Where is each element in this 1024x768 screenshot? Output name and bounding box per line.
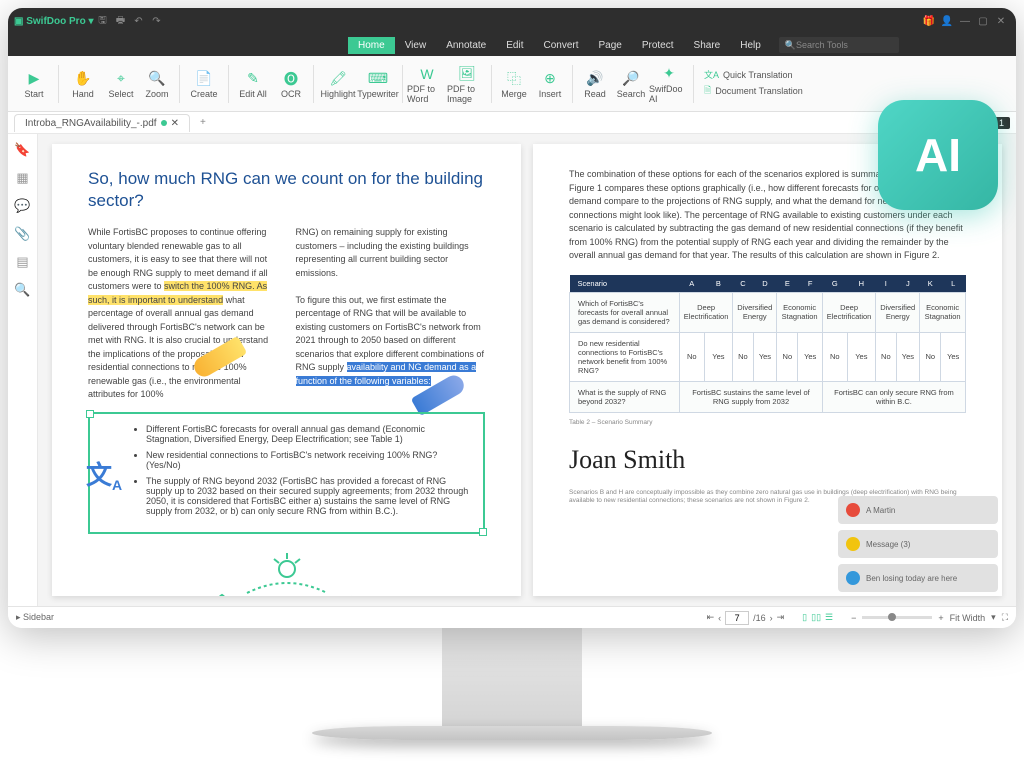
zoom-in-icon[interactable]: +	[938, 613, 943, 623]
page-title: So, how much RNG can we count on for the…	[88, 168, 485, 212]
search-button[interactable]: 🔎Search	[613, 60, 649, 108]
gift-icon[interactable]: 🎁	[920, 16, 938, 27]
zoom-slider[interactable]	[862, 616, 932, 619]
redo-icon[interactable]: ↷	[148, 16, 166, 27]
select-tool[interactable]: ⌖Select	[103, 60, 139, 108]
title-bar: ▣ SwifDoo Pro ▾ 🖫 🖶 ↶ ↷ 🎁 👤 — ▢ ✕	[8, 8, 1016, 34]
document-translation[interactable]: 🗎Document Translation	[704, 83, 803, 99]
bookmarks-icon[interactable]: 🔖	[14, 142, 30, 158]
thumbnails-icon[interactable]: ▦	[16, 170, 28, 186]
menu-help[interactable]: Help	[730, 37, 771, 54]
toast[interactable]: Ben losing today are here	[838, 564, 998, 592]
status-bar: ▸ Sidebar ⇤ ‹ /16 › ⇥ ▯ ▯▯ ☰ − + Fit Wid…	[8, 606, 1016, 628]
menu-home[interactable]: Home	[348, 37, 395, 54]
list-item: The supply of RNG beyond 2032 (FortisBC …	[146, 476, 471, 516]
menu-bar: Home View Annotate Edit Convert Page Pro…	[8, 34, 1016, 56]
pager[interactable]: ⇤ ‹ /16 › ⇥	[707, 611, 785, 625]
insert-button[interactable]: ⊕Insert	[532, 60, 568, 108]
search-tools-input[interactable]: 🔍 Search Tools	[779, 37, 899, 53]
ocr-button[interactable]: 🅞OCR	[273, 60, 309, 108]
page-input[interactable]	[725, 611, 749, 625]
signature: Joan Smith	[569, 445, 966, 475]
user-icon[interactable]: 👤	[938, 16, 956, 27]
edit-all-button[interactable]: ✎Edit All	[233, 60, 273, 108]
document-tab[interactable]: Introba_RNGAvailability_-.pdf✕	[14, 114, 190, 132]
scenario-table: Scenario ABCDEFGHIJKL Which of FortisBC'…	[569, 275, 966, 413]
ribbon: ▶Start ✋Hand ⌖Select 🔍Zoom 📄Create ✎Edit…	[8, 56, 1016, 112]
list-item: Different FortisBC forecasts for overall…	[146, 424, 471, 444]
merge-button[interactable]: ⿻Merge	[496, 60, 532, 108]
swifdoo-ai-button[interactable]: ✦SwifDoo AI	[649, 60, 689, 108]
tab-close-icon[interactable]: ✕	[171, 118, 179, 129]
fit-mode[interactable]: Fit Width	[950, 613, 986, 623]
quick-translation[interactable]: 文AQuick Translation	[704, 68, 803, 81]
new-tab-button[interactable]: +	[190, 117, 216, 128]
menu-convert[interactable]: Convert	[533, 37, 588, 54]
highlight-tool[interactable]: 🖍Highlight	[318, 60, 358, 108]
document-tab-bar: Introba_RNGAvailability_-.pdf✕ + 1	[8, 112, 1016, 134]
app-logo: ▣ SwifDoo Pro ▾	[14, 16, 94, 27]
left-column: While FortisBC proposes to continue offe…	[88, 226, 278, 402]
diagram-illustration: ?	[88, 548, 485, 596]
print-icon[interactable]: 🖶	[112, 13, 130, 30]
typewriter-tool[interactable]: ⌨Typewriter	[358, 60, 398, 108]
last-page-icon[interactable]: ⇥	[777, 612, 785, 623]
right-column: RNG) on remaining supply for existing cu…	[296, 226, 486, 402]
minimize-icon[interactable]: —	[956, 16, 974, 27]
translate-icon[interactable]: 文A	[86, 455, 126, 491]
two-page-icon[interactable]: ▯▯	[811, 612, 821, 623]
zoom-tool[interactable]: 🔍Zoom	[139, 60, 175, 108]
selected-text-box[interactable]: 文A Different FortisBC forecasts for over…	[88, 412, 485, 534]
continuous-icon[interactable]: ☰	[825, 612, 833, 623]
table-caption: Table 2 – Scenario Summary	[569, 419, 966, 427]
menu-edit[interactable]: Edit	[496, 37, 533, 54]
layers-icon[interactable]: ▤	[16, 254, 28, 270]
menu-view[interactable]: View	[395, 37, 437, 54]
hand-tool[interactable]: ✋Hand	[63, 60, 103, 108]
create-button[interactable]: 📄Create	[184, 60, 224, 108]
search-panel-icon[interactable]: 🔍	[14, 282, 30, 298]
maximize-icon[interactable]: ▢	[974, 16, 992, 27]
left-sidebar: 🔖 ▦ 💬 📎 ▤ 🔍	[8, 134, 38, 606]
zoom-control[interactable]: − + Fit Width ▾ ⛶	[851, 612, 1008, 623]
pdf-to-word[interactable]: WPDF to Word	[407, 60, 447, 108]
toast[interactable]: Message (3)	[838, 530, 998, 558]
attachments-icon[interactable]: 📎	[14, 226, 30, 242]
pdf-to-image[interactable]: 🖼PDF to Image	[447, 60, 487, 108]
single-page-icon[interactable]: ▯	[802, 612, 807, 623]
read-button[interactable]: 🔊Read	[577, 60, 613, 108]
notification-stack: A Martin Message (3) Ben losing today ar…	[838, 496, 998, 592]
list-item: New residential connections to FortisBC'…	[146, 450, 471, 470]
next-page-icon[interactable]: ›	[770, 613, 773, 623]
menu-protect[interactable]: Protect	[632, 37, 684, 54]
save-icon[interactable]: 🖫	[94, 13, 112, 30]
undo-icon[interactable]: ↶	[130, 16, 148, 27]
start-button[interactable]: ▶Start	[14, 60, 54, 108]
sidebar-toggle[interactable]: ▸ Sidebar	[16, 612, 54, 623]
page-left: So, how much RNG can we count on for the…	[52, 144, 521, 596]
first-page-icon[interactable]: ⇤	[707, 612, 715, 623]
menu-page[interactable]: Page	[588, 37, 631, 54]
zoom-out-icon[interactable]: −	[851, 613, 856, 623]
prev-page-icon[interactable]: ‹	[718, 613, 721, 623]
comments-icon[interactable]: 💬	[14, 198, 30, 214]
close-icon[interactable]: ✕	[992, 16, 1010, 27]
menu-annotate[interactable]: Annotate	[436, 37, 496, 54]
menu-share[interactable]: Share	[684, 37, 731, 54]
ai-badge[interactable]: AI	[878, 100, 998, 210]
fullscreen-icon[interactable]: ⛶	[1002, 612, 1008, 623]
toast[interactable]: A Martin	[838, 496, 998, 524]
